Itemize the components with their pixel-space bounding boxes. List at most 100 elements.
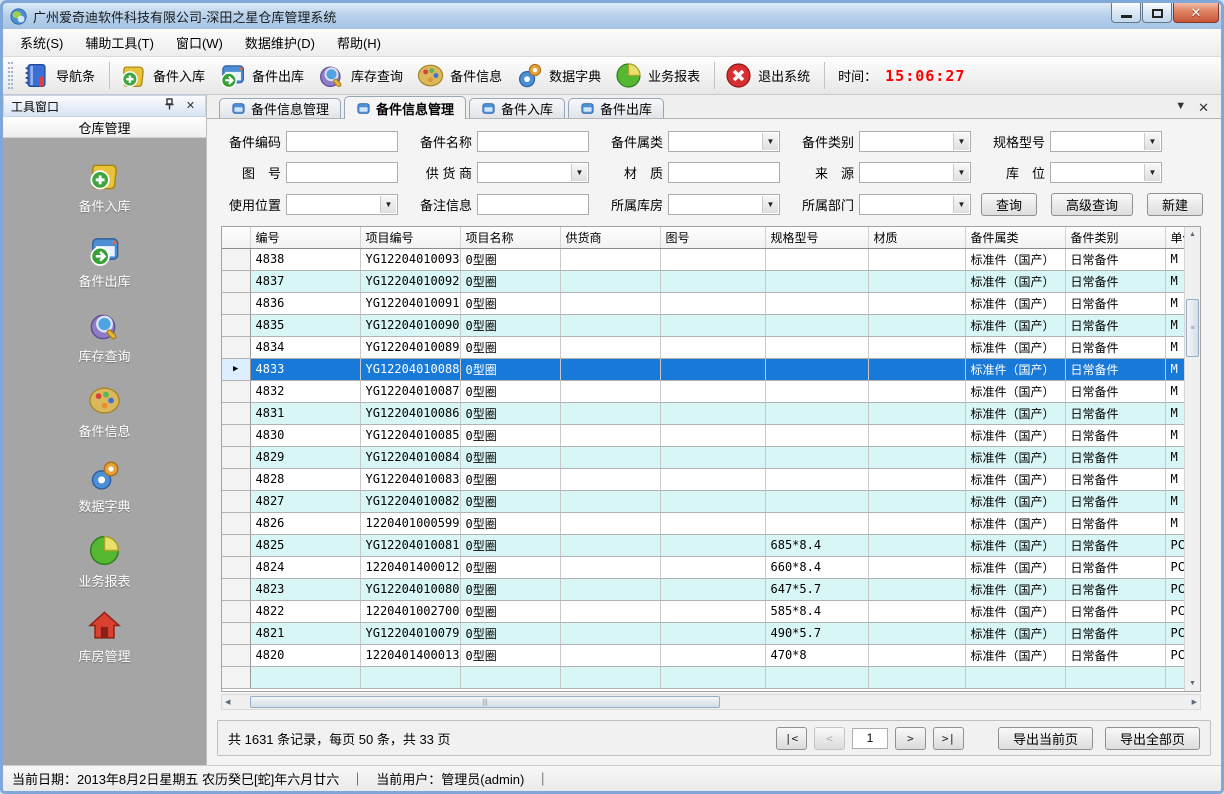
last-page-button[interactable]: >|: [933, 727, 964, 750]
grid-cell[interactable]: 1220401400013: [360, 644, 460, 666]
grid-cell[interactable]: 日常备件: [1065, 358, 1165, 380]
chevron-down-icon[interactable]: ▼: [953, 133, 969, 150]
grid-cell[interactable]: [868, 424, 965, 446]
grid-cell[interactable]: [868, 358, 965, 380]
grid-cell[interactable]: [868, 336, 965, 358]
row-selector[interactable]: ▶: [222, 358, 250, 380]
chevron-down-icon[interactable]: ▼: [571, 164, 587, 181]
grid-cell[interactable]: [765, 292, 868, 314]
table-row[interactable]: 4827YG122040100820型圈标准件（国产）日常备件M: [222, 490, 1186, 512]
grid-cell[interactable]: 0型圈: [460, 556, 560, 578]
grid-cell[interactable]: 4834: [250, 336, 360, 358]
horizontal-scrollbar-thumb[interactable]: |||: [250, 696, 720, 708]
horizontal-scrollbar[interactable]: ◀ ||| ▶: [221, 694, 1201, 710]
grid-cell[interactable]: 685*8.4: [765, 534, 868, 556]
vertical-scrollbar-thumb[interactable]: ≡: [1186, 299, 1199, 357]
department-select[interactable]: ▼: [859, 194, 971, 215]
grid-cell[interactable]: YG12204010082: [360, 490, 460, 512]
column-header[interactable]: 材质: [868, 227, 965, 248]
grid-cell[interactable]: [560, 314, 660, 336]
grid-cell[interactable]: [660, 622, 765, 644]
table-row[interactable]: 4834YG122040100890型圈标准件（国产）日常备件M: [222, 336, 1186, 358]
chevron-down-icon[interactable]: ▼: [762, 133, 778, 150]
table-row[interactable]: 4821YG122040100790型圈490*5.7标准件（国产）日常备件PC: [222, 622, 1186, 644]
column-header[interactable]: 备件类别: [1065, 227, 1165, 248]
table-row[interactable]: 4823YG122040100800型圈647*5.7标准件（国产）日常备件PC: [222, 578, 1186, 600]
grid-cell[interactable]: [868, 578, 965, 600]
grid-cell[interactable]: 4824: [250, 556, 360, 578]
grid-cell[interactable]: 4836: [250, 292, 360, 314]
grid-cell[interactable]: M: [1165, 380, 1186, 402]
grid-cell[interactable]: [660, 336, 765, 358]
grid-cell[interactable]: [660, 292, 765, 314]
location-select[interactable]: ▼: [1050, 162, 1162, 183]
row-selector[interactable]: [222, 292, 250, 314]
vertical-scrollbar[interactable]: ▲ ≡ ▼: [1184, 227, 1200, 691]
table-row[interactable]: 4832YG122040100870型圈标准件（国产）日常备件M: [222, 380, 1186, 402]
previous-page-button[interactable]: <: [814, 727, 845, 750]
menu-help[interactable]: 帮助(H): [326, 28, 392, 57]
row-selector[interactable]: [222, 578, 250, 600]
row-selector[interactable]: [222, 248, 250, 270]
grid-cell[interactable]: 日常备件: [1065, 622, 1165, 644]
grid-cell[interactable]: [660, 600, 765, 622]
grid-cell[interactable]: [560, 424, 660, 446]
page-number-input[interactable]: [852, 728, 888, 749]
table-row[interactable]: 4837YG122040100920型圈标准件（国产）日常备件M: [222, 270, 1186, 292]
toolbar-exit-button[interactable]: 退出系统: [720, 59, 819, 92]
grid-cell[interactable]: [560, 380, 660, 402]
grid-cell[interactable]: [660, 534, 765, 556]
grid-cell[interactable]: [868, 512, 965, 534]
remark-input[interactable]: [477, 194, 589, 215]
grid-cell[interactable]: [460, 666, 560, 688]
next-page-button[interactable]: >: [895, 727, 926, 750]
tab-parts-info-management-2[interactable]: 备件信息管理: [344, 96, 466, 119]
grid-cell[interactable]: YG12204010080: [360, 578, 460, 600]
grid-cell[interactable]: [560, 578, 660, 600]
grid-cell[interactable]: YG12204010090: [360, 314, 460, 336]
export-all-pages-button[interactable]: 导出全部页: [1105, 727, 1200, 750]
grid-cell[interactable]: [868, 314, 965, 336]
grid-cell[interactable]: 490*5.7: [765, 622, 868, 644]
grid-cell[interactable]: 日常备件: [1065, 248, 1165, 270]
row-selector[interactable]: [222, 556, 250, 578]
grid-cell[interactable]: YG12204010083: [360, 468, 460, 490]
grid-cell[interactable]: 日常备件: [1065, 446, 1165, 468]
toolbar-parts-outbound-button[interactable]: 备件出库: [214, 59, 313, 92]
grid-cell[interactable]: [560, 666, 660, 688]
maximize-button[interactable]: [1142, 3, 1172, 23]
grid-cell[interactable]: [660, 644, 765, 666]
grid-cell[interactable]: [765, 380, 868, 402]
column-header[interactable]: 备件属类: [965, 227, 1065, 248]
grid-cell[interactable]: YG12204010081: [360, 534, 460, 556]
grid-cell[interactable]: 标准件（国产）: [965, 314, 1065, 336]
grid-cell[interactable]: 4820: [250, 644, 360, 666]
drawing-no-input[interactable]: [286, 162, 398, 183]
chevron-down-icon[interactable]: ▼: [1144, 164, 1160, 181]
grid-cell[interactable]: 0型圈: [460, 402, 560, 424]
grid-cell[interactable]: YG12204010087: [360, 380, 460, 402]
grid-cell[interactable]: [360, 666, 460, 688]
grid-cell[interactable]: M: [1165, 270, 1186, 292]
close-button[interactable]: ✕: [1173, 3, 1219, 23]
grid-cell[interactable]: 1220401000599: [360, 512, 460, 534]
grid-cell[interactable]: 标准件（国产）: [965, 622, 1065, 644]
grid-cell[interactable]: 0型圈: [460, 336, 560, 358]
grid-cell[interactable]: YG12204010084: [360, 446, 460, 468]
grid-cell[interactable]: M: [1165, 248, 1186, 270]
grid-cell[interactable]: PC: [1165, 556, 1186, 578]
grid-cell[interactable]: [1065, 666, 1165, 688]
grid-cell[interactable]: [560, 644, 660, 666]
grid-cell[interactable]: 4837: [250, 270, 360, 292]
chevron-down-icon[interactable]: ▼: [762, 196, 778, 213]
grid-cell[interactable]: [660, 358, 765, 380]
grid-cell[interactable]: 0型圈: [460, 600, 560, 622]
sidebar-item-parts-info[interactable]: 备件信息: [3, 375, 206, 450]
toolbar-parts-inbound-button[interactable]: 备件入库: [115, 59, 214, 92]
grid-cell[interactable]: [660, 490, 765, 512]
table-row[interactable]: 4838YG122040100930型圈标准件（国产）日常备件M: [222, 248, 1186, 270]
grid-cell[interactable]: 0型圈: [460, 644, 560, 666]
row-selector[interactable]: [222, 380, 250, 402]
menu-data-maintenance[interactable]: 数据维护(D): [234, 28, 326, 57]
grid-cell[interactable]: M: [1165, 336, 1186, 358]
